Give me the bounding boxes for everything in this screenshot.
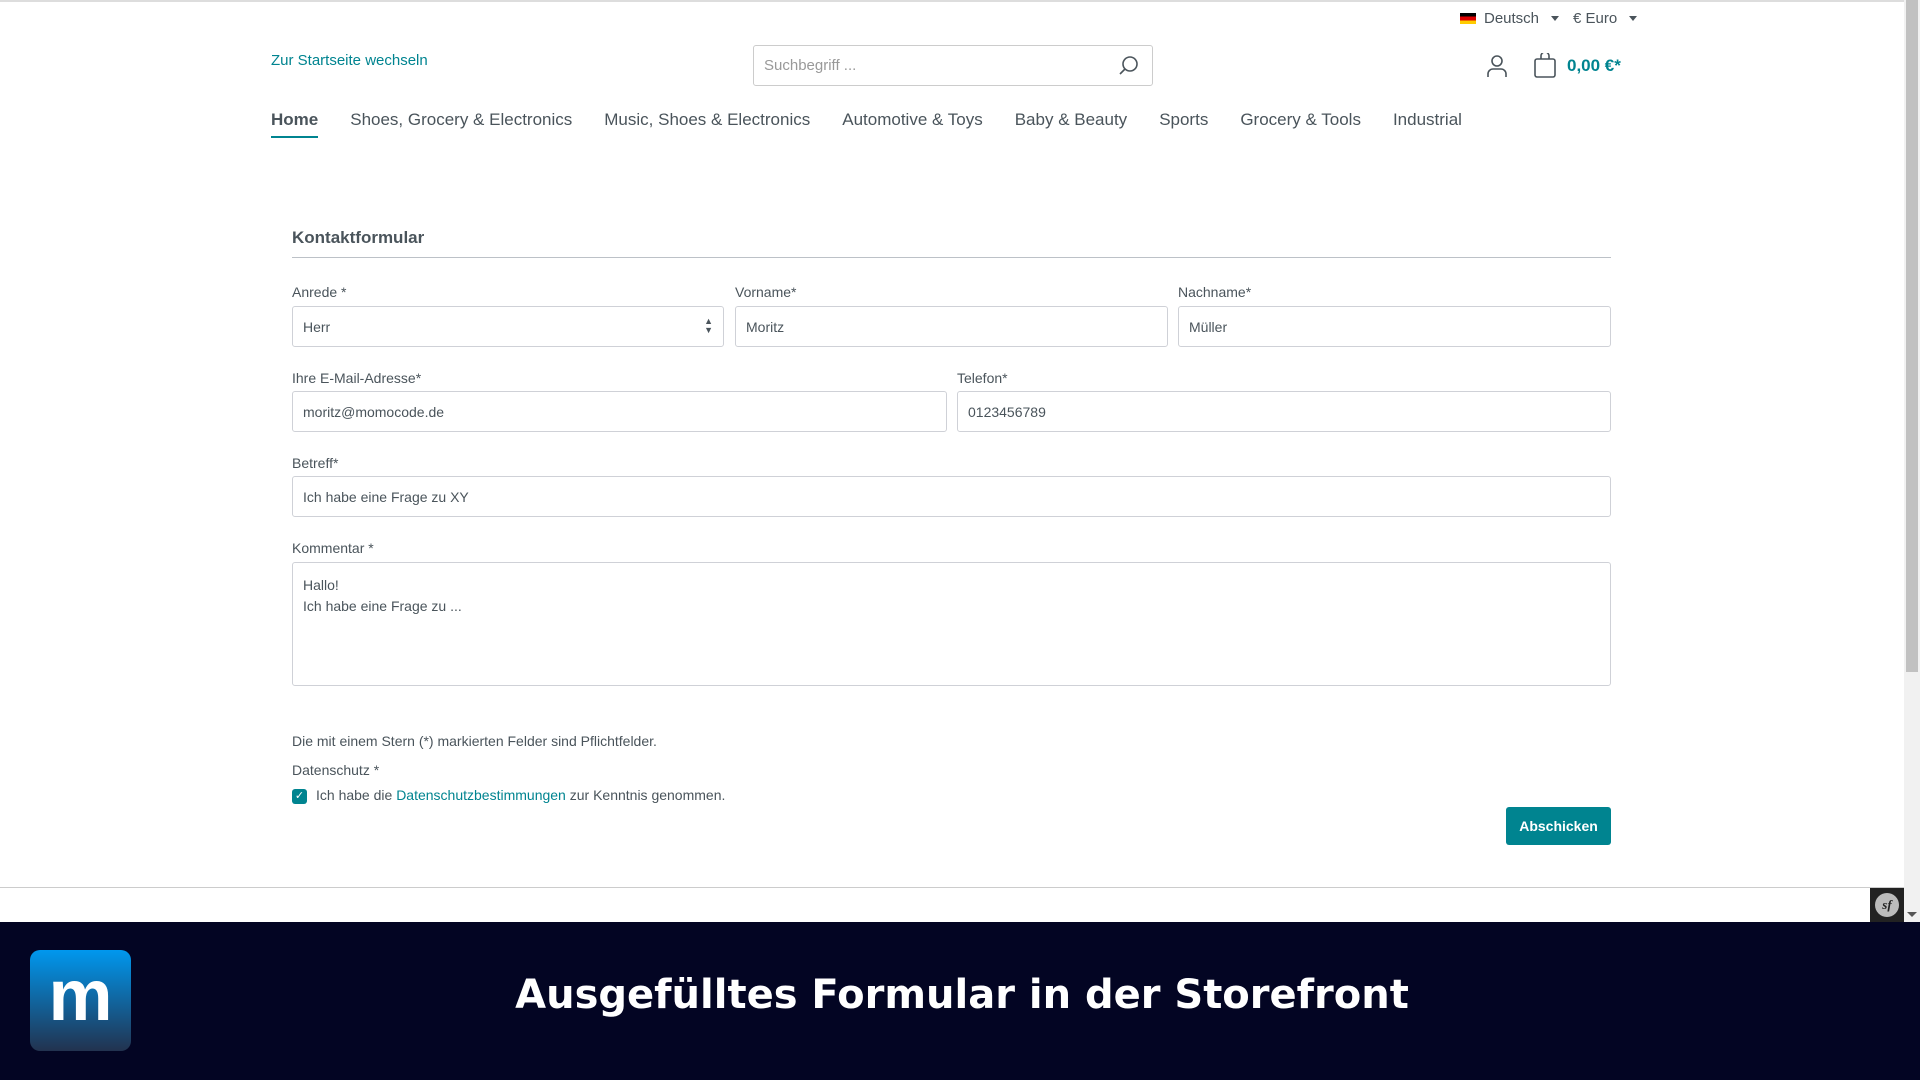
lastname-input[interactable]: Müller xyxy=(1178,306,1611,347)
subject-label: Betreff* xyxy=(292,455,339,471)
subject-input[interactable]: Ich habe eine Frage zu XY xyxy=(292,476,1611,517)
top-border xyxy=(0,0,1904,2)
firstname-label: Vorname* xyxy=(735,284,797,300)
privacy-text-before: Ich habe die xyxy=(316,787,393,803)
form-title: Kontaktformular xyxy=(292,228,425,247)
firstname-input[interactable]: Moritz xyxy=(735,306,1168,347)
nav-home[interactable]: Home xyxy=(271,110,319,138)
banner-title: Ausgefülltes Formular in der Storefront xyxy=(515,972,1409,1018)
nav-grocery-tools[interactable]: Grocery & Tools xyxy=(1240,110,1361,138)
scrollbar-thumb[interactable] xyxy=(1906,0,1918,672)
phone-label: Telefon* xyxy=(957,370,1008,386)
privacy-checkbox[interactable]: ✓ xyxy=(292,789,307,804)
submit-button[interactable]: Abschicken xyxy=(1506,807,1611,845)
nav-sports[interactable]: Sports xyxy=(1159,110,1208,138)
nav-shoes-grocery-electronics[interactable]: Shoes, Grocery & Electronics xyxy=(350,110,572,138)
currency-label: € Euro xyxy=(1573,10,1618,27)
nav-baby-beauty[interactable]: Baby & Beauty xyxy=(1015,110,1127,138)
privacy-text-after: zur Kenntnis genommen. xyxy=(569,787,726,803)
comment-textarea[interactable]: Hallo! Ich habe eine Frage zu ... xyxy=(292,562,1611,686)
divider xyxy=(292,257,1611,258)
language-label: Deutsch xyxy=(1484,10,1540,27)
comment-line: Ich habe eine Frage zu ... xyxy=(303,598,462,614)
cart-total[interactable]: 0,00 €* xyxy=(1567,56,1621,76)
required-note: Die mit einem Stern (*) markierten Felde… xyxy=(292,733,657,749)
language-dropdown[interactable]: Deutsch xyxy=(1460,10,1560,27)
main-navigation: Home Shoes, Grocery & Electronics Music,… xyxy=(271,110,1462,138)
phone-input[interactable]: 0123456789 xyxy=(957,391,1611,432)
caret-down-icon xyxy=(1551,16,1560,21)
cart-icon[interactable] xyxy=(1533,53,1557,78)
symfony-toolbar-button[interactable]: sf xyxy=(1870,888,1904,922)
currency-dropdown[interactable]: € Euro xyxy=(1573,10,1638,27)
caret-down-icon xyxy=(1629,16,1638,21)
comment-line: Hallo! xyxy=(303,577,339,593)
privacy-policy-link[interactable]: Datenschutzbestimmungen xyxy=(396,787,566,803)
german-flag-icon xyxy=(1460,13,1476,24)
scroll-down-arrow-icon[interactable] xyxy=(1907,912,1917,917)
search-icon[interactable] xyxy=(1118,55,1140,77)
account-icon[interactable] xyxy=(1486,54,1508,78)
nav-automotive-toys[interactable]: Automotive & Toys xyxy=(842,110,982,138)
privacy-label: Datenschutz * xyxy=(292,762,380,778)
footer-divider xyxy=(0,887,1904,888)
select-arrows-icon: ▲ ▼ xyxy=(704,316,713,335)
nav-industrial[interactable]: Industrial xyxy=(1393,110,1462,138)
nav-music-shoes-electronics[interactable]: Music, Shoes & Electronics xyxy=(604,110,810,138)
search-input[interactable]: Suchbegriff ... xyxy=(753,45,1153,86)
salutation-label: Anrede * xyxy=(292,284,347,300)
symfony-icon: sf xyxy=(1875,893,1899,917)
email-input[interactable]: moritz@momocode.de xyxy=(292,391,947,432)
email-label: Ihre E-Mail-Adresse* xyxy=(292,370,422,386)
privacy-text: Ich habe die Datenschutzbestimmungen zur… xyxy=(316,787,725,803)
lastname-label: Nachname* xyxy=(1178,284,1252,300)
salutation-value: Herr xyxy=(303,319,331,335)
salutation-select[interactable]: Herr ▲ ▼ xyxy=(292,306,724,347)
home-logo-link[interactable]: Zur Startseite wechseln xyxy=(271,52,428,69)
comment-label: Kommentar * xyxy=(292,540,374,556)
